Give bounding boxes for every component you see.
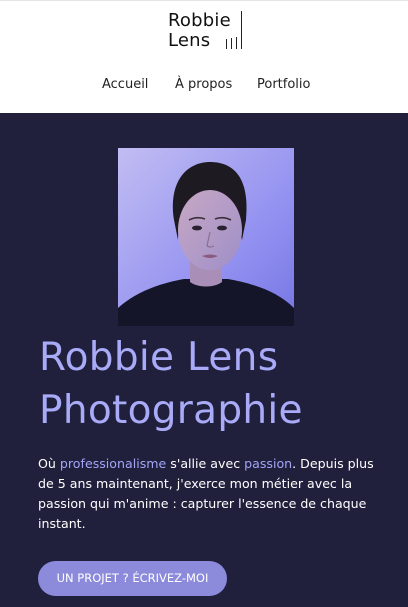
- portrait-photo: [118, 148, 294, 326]
- hero-intro: Où professionalisme s'allie avec passion…: [38, 454, 378, 534]
- nav-item-portfolio[interactable]: Portfolio: [257, 75, 310, 95]
- hero-title: Robbie Lens Photographie: [39, 331, 399, 437]
- main-nav: Accueil À propos Portfolio: [0, 75, 408, 95]
- hero-section: Robbie Lens Photographie Où professional…: [0, 113, 408, 607]
- highlight-passion: passion: [244, 456, 293, 471]
- logo-mark-bar: [241, 11, 242, 49]
- contact-cta-button[interactable]: UN PROJET ? ÉCRIVEZ-MOI: [38, 561, 227, 596]
- highlight-professionalisme: professionalisme: [59, 456, 167, 471]
- intro-text: Où: [38, 456, 60, 471]
- logo-mark-bar: [236, 37, 237, 49]
- site-header: Robbie Lens Accueil À propos Portfolio: [0, 0, 408, 113]
- logo-word-1: Robbie: [168, 10, 231, 31]
- logo-word-2: Lens: [168, 30, 211, 51]
- nav-item-a-propos[interactable]: À propos: [175, 75, 232, 95]
- logo-mark-bar: [226, 39, 227, 49]
- intro-text: s'allie avec: [166, 456, 245, 471]
- brand-logo[interactable]: Robbie Lens: [168, 11, 244, 53]
- logo-mark-bar: [231, 38, 232, 49]
- hero-title-line-1: Robbie Lens: [39, 335, 279, 380]
- hero-title-line-2: Photographie: [39, 388, 303, 433]
- nav-item-accueil[interactable]: Accueil: [102, 75, 148, 95]
